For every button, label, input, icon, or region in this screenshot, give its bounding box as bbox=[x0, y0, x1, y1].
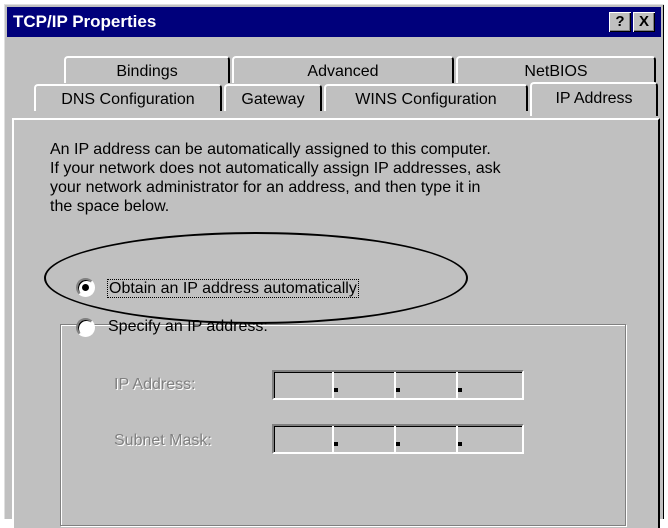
specify-ip-radio[interactable] bbox=[76, 318, 95, 337]
ip-octet-divider bbox=[456, 372, 458, 398]
tab-netbios[interactable]: NetBIOS bbox=[456, 56, 656, 83]
ip-address-label: IP Address: bbox=[114, 376, 196, 393]
ip-octet-separator bbox=[334, 388, 338, 392]
window-title: TCP/IP Properties bbox=[13, 12, 157, 31]
help-button[interactable]: ? bbox=[609, 12, 631, 32]
ip-octet-separator bbox=[396, 442, 400, 446]
subnet-mask-field[interactable] bbox=[272, 424, 524, 454]
ip-octet-divider bbox=[456, 426, 458, 452]
description-line: If your network does not automatically a… bbox=[50, 160, 501, 177]
obtain-ip-label[interactable]: Obtain an IP address automatically bbox=[107, 279, 359, 298]
ip-octet-separator bbox=[334, 442, 338, 446]
tab-wins-configuration[interactable]: WINS Configuration bbox=[324, 84, 528, 111]
description-line: your network administrator for an addres… bbox=[50, 179, 481, 196]
obtain-ip-radio[interactable] bbox=[76, 278, 95, 297]
ip-octet-divider bbox=[332, 426, 334, 452]
obtain-ip-label-text: Obtain an IP address automatically bbox=[107, 279, 359, 298]
ip-octet-separator bbox=[458, 442, 462, 446]
subnet-mask-label: Subnet Mask: bbox=[114, 432, 212, 449]
tab-gateway[interactable]: Gateway bbox=[224, 84, 322, 111]
ip-octet-divider bbox=[394, 372, 396, 398]
tab-dns-configuration[interactable]: DNS Configuration bbox=[34, 84, 222, 111]
tab-bindings[interactable]: Bindings bbox=[64, 56, 230, 83]
highlight-ellipse bbox=[44, 232, 468, 324]
ip-octet-separator bbox=[396, 388, 400, 392]
description-line: the space below. bbox=[50, 198, 170, 215]
radio-selected-dot bbox=[82, 284, 89, 291]
description-line: An IP address can be automatically assig… bbox=[50, 141, 491, 158]
ip-octet-separator bbox=[458, 388, 462, 392]
title-bar[interactable]: TCP/IP Properties ? X bbox=[7, 7, 661, 37]
specify-ip-label[interactable]: Specify an IP address: bbox=[108, 318, 268, 336]
ip-octet-divider bbox=[332, 372, 334, 398]
close-button[interactable]: X bbox=[633, 12, 655, 32]
ip-octet-divider bbox=[394, 426, 396, 452]
ip-address-field[interactable] bbox=[272, 370, 524, 400]
tab-ip-address[interactable]: IP Address bbox=[530, 82, 658, 116]
tab-advanced[interactable]: Advanced bbox=[232, 56, 454, 83]
description-text: An IP address can be automatically assig… bbox=[50, 140, 630, 216]
